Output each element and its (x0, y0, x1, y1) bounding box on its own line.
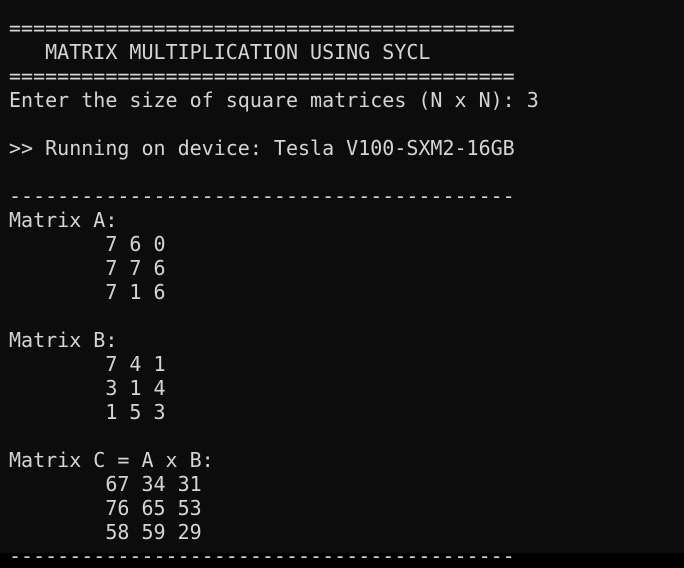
terminal-window[interactable]: ========================================… (0, 0, 684, 568)
terminal-line: ========================================… (9, 16, 515, 40)
terminal-line: ----------------------------------------… (9, 184, 515, 208)
terminal-line: 67 34 31 (9, 472, 202, 496)
terminal-line: ========================================… (9, 64, 515, 88)
terminal-line: 58 59 29 (9, 520, 202, 544)
terminal-line: ----------------------------------------… (9, 544, 515, 568)
terminal-line: Matrix A: (9, 208, 118, 232)
terminal-line: MATRIX MULTIPLICATION USING SYCL (9, 40, 431, 64)
terminal-line: 7 4 1 (9, 352, 166, 376)
terminal-line: >> Running on device: Tesla V100-SXM2-16… (9, 136, 515, 160)
terminal-line: 76 65 53 (9, 496, 202, 520)
terminal-line: 1 5 3 (9, 400, 166, 424)
terminal-line: 3 1 4 (9, 376, 166, 400)
terminal-line: Matrix B: (9, 328, 118, 352)
terminal-line: 7 1 6 (9, 280, 166, 304)
terminal-line: Matrix C = A x B: (9, 448, 214, 472)
terminal-line: 7 7 6 (9, 256, 166, 280)
terminal-output: ========================================… (9, 0, 684, 568)
terminal-line: Enter the size of square matrices (N x N… (9, 88, 539, 112)
terminal-line: 7 6 0 (9, 232, 166, 256)
